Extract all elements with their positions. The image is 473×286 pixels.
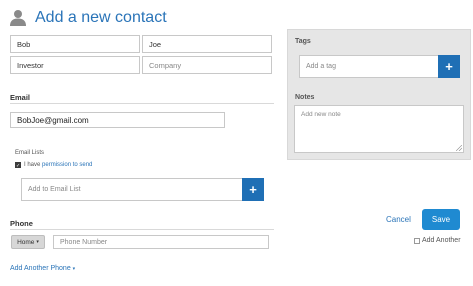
tag-input[interactable]: Add a tag (299, 55, 439, 78)
last-name-field[interactable]: Joe (142, 35, 272, 53)
permission-link[interactable]: permission to send (42, 162, 92, 168)
phone-type-dropdown[interactable]: Home ▾ (11, 235, 45, 249)
plus-icon: + (445, 59, 453, 74)
job-title-field[interactable]: Investor (10, 56, 140, 74)
cancel-button[interactable]: Cancel (386, 215, 411, 224)
notes-textarea[interactable]: Add new note (294, 105, 464, 153)
email-field[interactable]: BobJoe@gmail.com (10, 112, 225, 128)
tags-label: Tags (295, 38, 311, 45)
chevron-down-icon: ▾ (72, 266, 76, 272)
add-tag-button[interactable]: + (438, 55, 460, 78)
first-name-field[interactable]: Bob (10, 35, 140, 53)
permission-prefix: I have (24, 162, 41, 168)
chevron-down-icon: ▾ (36, 239, 39, 245)
email-section-label: Email (10, 93, 31, 102)
plus-icon: + (249, 182, 257, 197)
add-another-phone-label: Add Another Phone (10, 265, 71, 272)
page-title: Add a new contact (35, 9, 167, 26)
add-email-list-button[interactable]: + (242, 178, 264, 201)
add-another-checkbox[interactable] (414, 238, 420, 244)
permission-text: I have permission to send (24, 162, 92, 168)
email-list-input[interactable]: Add to Email List (21, 178, 243, 201)
phone-section-label: Phone (10, 219, 33, 228)
email-divider (10, 103, 274, 104)
save-button[interactable]: Save (422, 209, 460, 230)
phone-divider (10, 229, 274, 230)
person-icon (10, 9, 26, 26)
email-lists-label: Email Lists (15, 150, 45, 156)
permission-checkbox[interactable]: ✓ (15, 162, 21, 169)
add-another-label: Add Another (422, 237, 461, 244)
phone-type-label: Home (17, 238, 35, 246)
phone-number-field[interactable]: Phone Number (53, 235, 269, 249)
add-another-phone-link[interactable]: Add Another Phone ▾ (10, 265, 75, 272)
company-field[interactable]: Company (142, 56, 272, 74)
resize-grip-icon[interactable] (456, 145, 462, 151)
notes-label: Notes (295, 94, 315, 101)
notes-placeholder: Add new note (301, 111, 341, 118)
